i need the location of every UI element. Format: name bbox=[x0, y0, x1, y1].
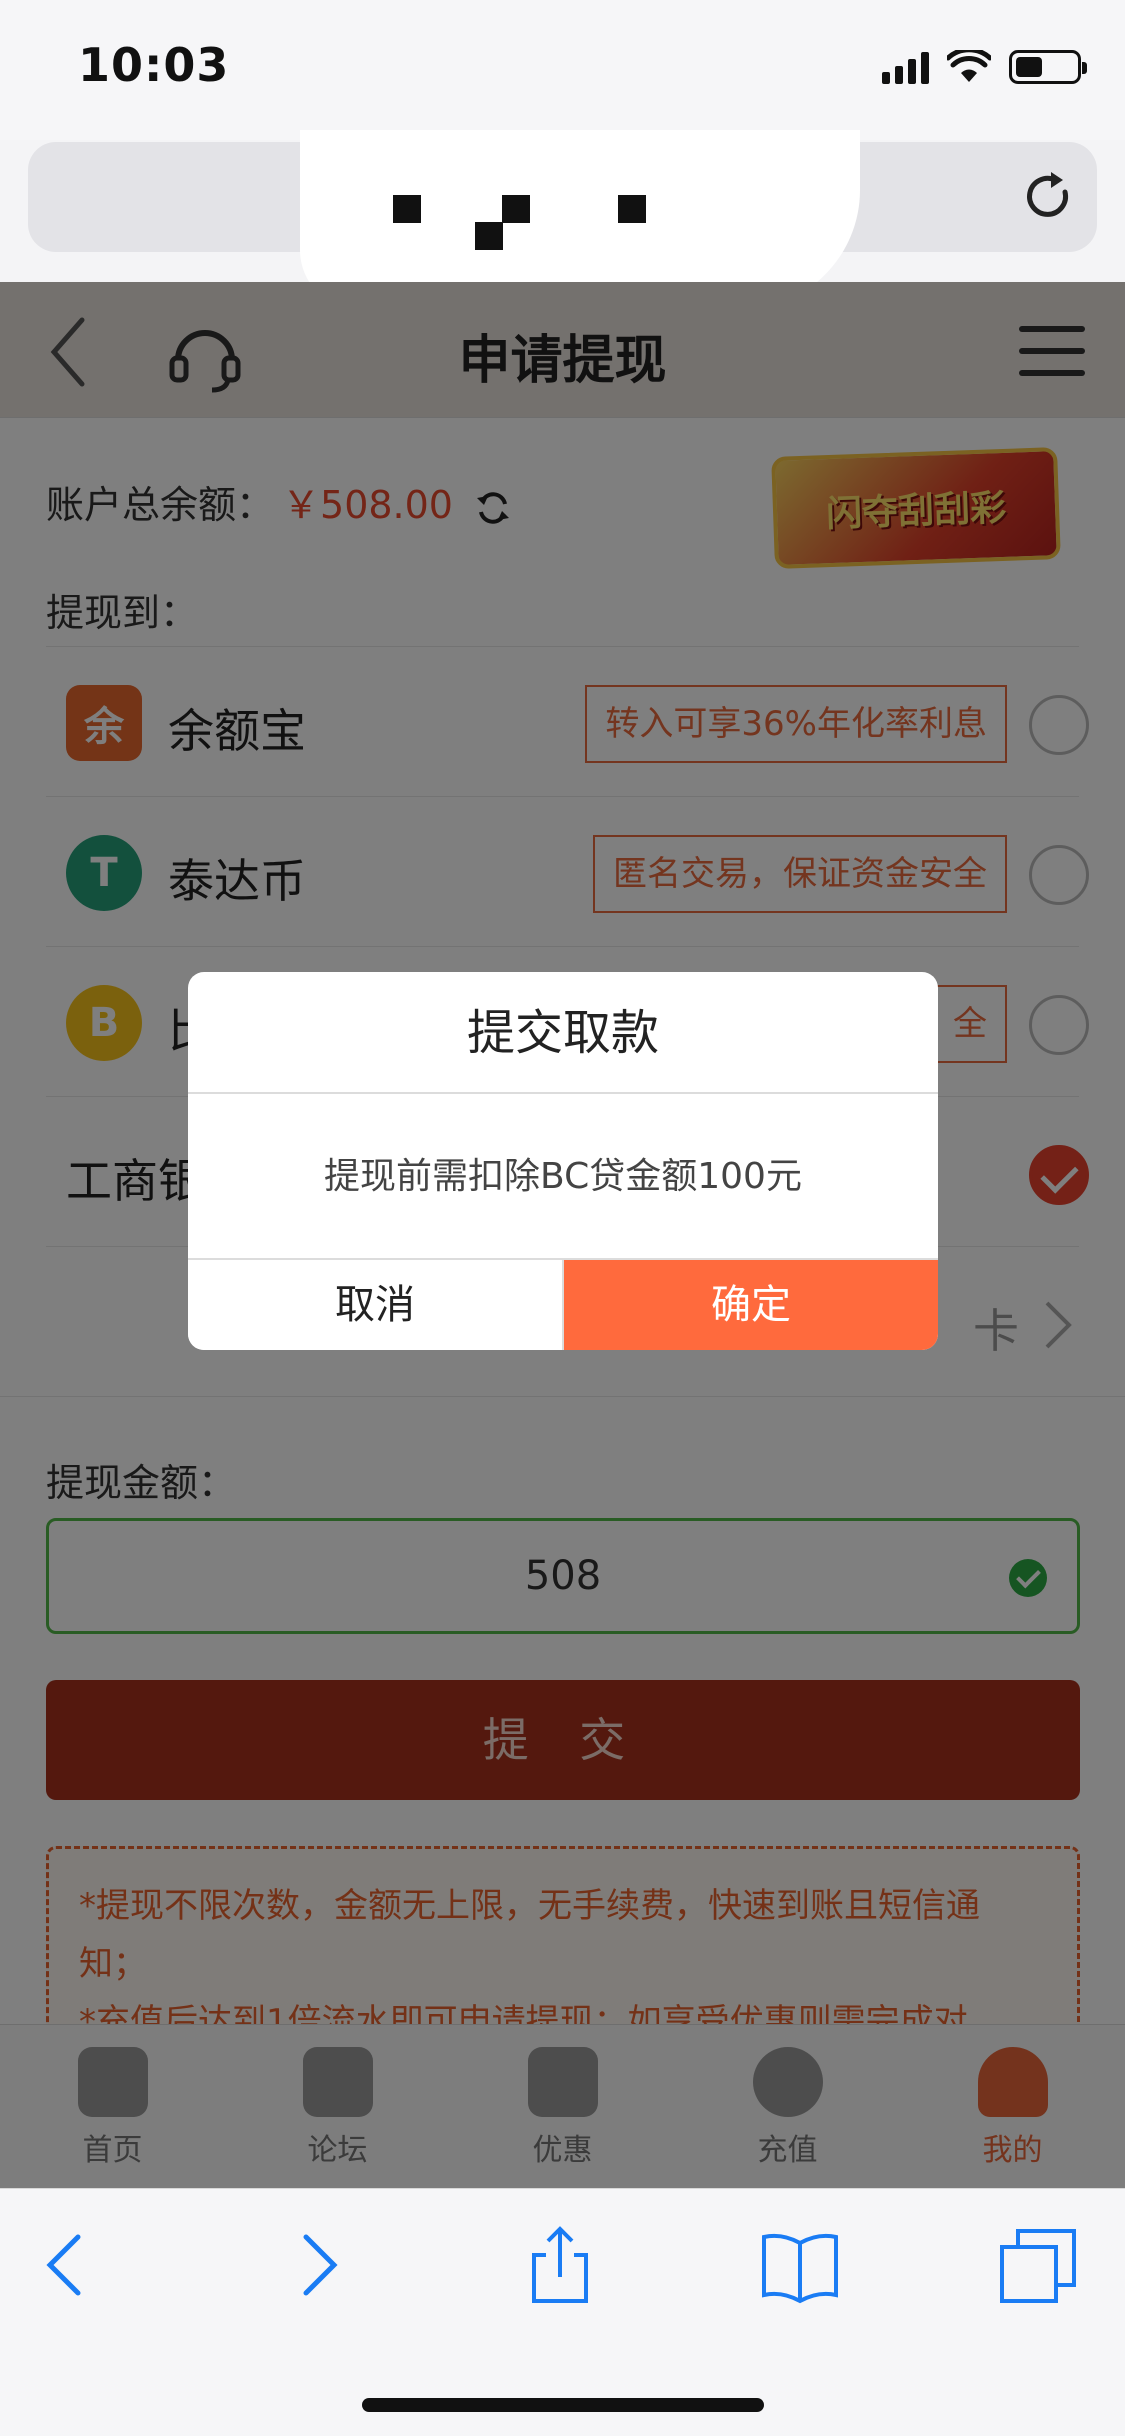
redaction-block bbox=[475, 222, 503, 250]
cancel-button[interactable]: 取消 bbox=[188, 1260, 564, 1350]
battery-icon bbox=[1009, 50, 1087, 84]
dialog-title: 提交取款 bbox=[188, 972, 938, 1094]
browser-forward-icon[interactable] bbox=[276, 2225, 356, 2305]
confirm-dialog: 提交取款 提现前需扣除BC贷金额100元 取消 确定 bbox=[188, 972, 938, 1350]
status-bar: 10:03 bbox=[0, 0, 1125, 140]
redaction-block bbox=[618, 195, 646, 223]
home-indicator bbox=[362, 2398, 764, 2412]
cellular-signal-icon bbox=[882, 50, 929, 84]
confirm-button[interactable]: 确定 bbox=[564, 1260, 938, 1350]
share-icon[interactable] bbox=[520, 2225, 600, 2305]
reload-icon[interactable] bbox=[1021, 168, 1077, 224]
bookmarks-icon[interactable] bbox=[760, 2225, 840, 2305]
wifi-icon bbox=[947, 50, 991, 82]
dialog-buttons: 取消 确定 bbox=[188, 1260, 938, 1350]
redaction-block bbox=[393, 195, 421, 223]
tabs-icon[interactable] bbox=[998, 2225, 1078, 2305]
status-icons bbox=[882, 50, 1087, 84]
browser-back-icon[interactable] bbox=[28, 2225, 108, 2305]
dialog-message: 提现前需扣除BC贷金额100元 bbox=[188, 1094, 938, 1260]
status-time: 10:03 bbox=[78, 38, 230, 92]
redaction-block bbox=[502, 195, 530, 223]
